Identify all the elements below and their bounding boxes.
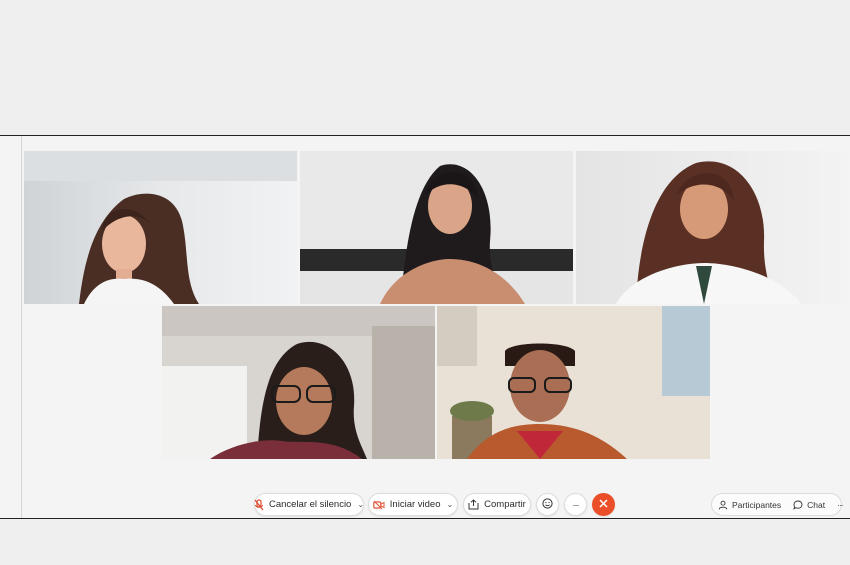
chat-label: Chat (807, 499, 826, 510)
chat-bubble-icon (793, 500, 803, 510)
participant-video-1 (24, 151, 297, 304)
participant-video-4 (162, 306, 435, 459)
close-icon (599, 498, 608, 511)
more-options-button[interactable]: ··· (564, 493, 587, 516)
video-tile-1[interactable] (24, 151, 297, 304)
participant-video-3 (576, 151, 849, 304)
reactions-button[interactable] (536, 493, 559, 516)
share-label: Compartir (484, 499, 526, 510)
more-icon: ··· (837, 499, 843, 510)
leave-meeting-button[interactable] (592, 493, 615, 516)
mic-off-icon (254, 498, 264, 511)
chevron-down-icon[interactable]: ⌄ (357, 500, 364, 509)
smiley-icon (542, 497, 553, 512)
participants-button[interactable]: Participantes (718, 500, 781, 510)
share-icon (468, 499, 479, 510)
video-tile-2[interactable] (300, 151, 573, 304)
chat-button[interactable]: Chat (793, 500, 825, 510)
person-icon (718, 500, 728, 510)
panel-more-button[interactable]: ··· (837, 500, 843, 510)
meeting-window: Cancelar el silencio ⌄ Iniciar video ⌄ C… (0, 135, 850, 519)
participant-video-2 (300, 151, 573, 304)
unmute-button[interactable]: Cancelar el silencio ⌄ (254, 493, 364, 516)
start-video-button[interactable]: Iniciar video ⌄ (368, 493, 458, 516)
left-rail (0, 136, 22, 518)
video-tile-5[interactable] (437, 306, 710, 459)
video-off-icon (372, 500, 385, 510)
chevron-down-icon[interactable]: ⌄ (447, 500, 454, 509)
video-tile-3[interactable] (576, 151, 849, 304)
video-tile-4[interactable] (162, 306, 435, 459)
share-button[interactable]: Compartir (463, 493, 531, 516)
panel-controls: Participantes Chat ··· (711, 493, 844, 516)
unmute-label: Cancelar el silencio (268, 499, 352, 510)
participant-video-5 (437, 306, 710, 459)
participants-label: Participantes (732, 499, 782, 510)
more-icon: ··· (572, 499, 580, 510)
start-video-label: Iniciar video (389, 499, 441, 510)
